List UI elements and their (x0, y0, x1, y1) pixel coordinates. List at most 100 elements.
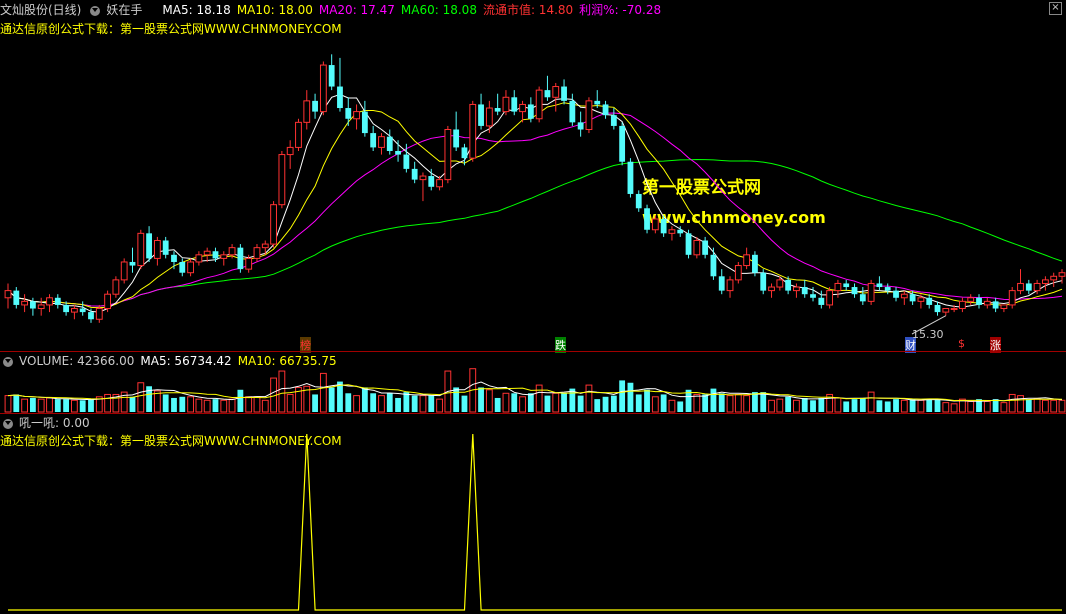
candle-body (768, 286, 775, 292)
candle-body (702, 240, 709, 255)
candle-body (867, 282, 875, 302)
volume-bar (950, 403, 958, 413)
candle-body (959, 300, 966, 310)
volume-bar (527, 393, 534, 412)
volume-bar (834, 397, 842, 413)
volume-bar (203, 399, 211, 413)
candle-body (95, 308, 103, 320)
candle-body (88, 312, 94, 320)
volume-bar (1025, 399, 1032, 412)
candle-body (29, 301, 36, 309)
candle-body (1041, 279, 1049, 284)
candle-body (602, 104, 609, 116)
candle-body (818, 297, 825, 305)
volume-bar (909, 399, 916, 412)
candle-body (411, 168, 418, 180)
candle-body (685, 233, 692, 255)
volume-bar (734, 393, 742, 413)
volume-bar (867, 391, 875, 413)
volume-bar (4, 395, 12, 413)
volume-bar (1050, 399, 1058, 413)
separator-top (0, 351, 1066, 352)
volume-bar (63, 399, 69, 412)
candle-body (295, 121, 302, 148)
candle-body (378, 136, 385, 148)
volume-bar (619, 380, 626, 412)
candle-body (594, 100, 601, 105)
candle-body (345, 108, 352, 119)
candle-body (386, 136, 393, 151)
candle-body (70, 308, 78, 313)
candle-body (976, 297, 982, 305)
candle-body (1008, 290, 1016, 306)
volume-bar (926, 399, 933, 412)
volume-bar (187, 396, 194, 413)
volume-bar (884, 401, 891, 412)
candle-body (693, 239, 701, 256)
candle-body (171, 254, 177, 262)
candle-body (428, 176, 435, 187)
candle-body (461, 147, 468, 159)
candle-body (212, 251, 219, 259)
volume-bar (228, 398, 236, 413)
volume-bar (710, 388, 717, 412)
low-price-label: 15.30 (912, 328, 944, 341)
candle-body (585, 100, 593, 131)
candle-body (1058, 272, 1066, 277)
volume-bar (171, 397, 177, 412)
volume-bar (810, 400, 816, 412)
candle-body (444, 129, 452, 181)
candle-body (718, 276, 725, 291)
candle-body (54, 297, 61, 305)
volume-bar (137, 382, 145, 413)
candle-body (511, 97, 518, 112)
candle-body (502, 96, 510, 113)
volume-bar (478, 387, 484, 412)
volume-bar (220, 399, 228, 413)
volume-bar (21, 398, 29, 413)
volume-bar (552, 392, 560, 413)
volume-bar (1008, 393, 1016, 413)
volume-bar (1058, 399, 1066, 413)
volume-bar (1033, 398, 1041, 413)
candle-body (752, 254, 758, 273)
ma60-line (7, 158, 1063, 307)
volume-chart (4, 368, 1066, 413)
candle-body (801, 287, 808, 295)
volume-bar (585, 384, 593, 413)
candle-body (668, 229, 676, 234)
candle-body (926, 297, 933, 305)
volume-bar (519, 396, 526, 413)
volume-bar (983, 400, 991, 413)
volume-bar (610, 395, 617, 412)
volume-bar (900, 399, 908, 413)
candle-body (934, 304, 941, 313)
volume-bar (893, 399, 899, 412)
volume-bar (752, 392, 758, 412)
volume-bar (378, 395, 385, 413)
volume-bar (917, 399, 925, 413)
volume-bar (768, 399, 775, 413)
volume-bar (934, 399, 941, 412)
volume-bar (88, 399, 94, 412)
candle-body (312, 100, 318, 112)
volume-bar (660, 394, 667, 412)
candle-body (370, 133, 377, 148)
candle-body (469, 103, 477, 159)
volume-bar (851, 399, 858, 412)
candle-body (544, 90, 551, 98)
candle-body (361, 111, 368, 134)
candle-body (137, 232, 145, 267)
candle-body (187, 261, 194, 274)
candle-body (1025, 283, 1032, 291)
candle-body (120, 261, 128, 281)
candle-body (776, 279, 784, 288)
candle-body (1017, 282, 1024, 292)
candle-body (851, 287, 858, 295)
ma20-line (7, 112, 1063, 307)
signal-line (8, 433, 1062, 611)
candle-body (644, 208, 650, 230)
volume-bar (677, 401, 684, 412)
volume-bar (635, 394, 642, 412)
volume-bar (693, 393, 701, 413)
